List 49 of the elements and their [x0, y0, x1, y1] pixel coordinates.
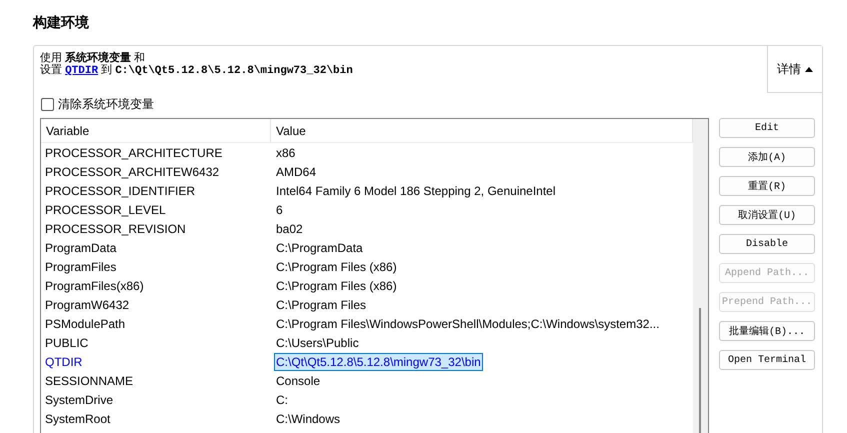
summary-setting-text: 设置 QTDIR 到 C:\Qt\Qt5.12.8\5.12.8\mingw73_32\bin: [40, 64, 354, 77]
variable-value-cell[interactable]: C:\Program Files (x86): [275, 258, 398, 274]
variable-name-cell[interactable]: PROCESSOR_IDENTIFIER: [41, 184, 271, 198]
variable-name-cell[interactable]: ProgramW6432: [41, 298, 271, 312]
variable-value-cell[interactable]: C:\Program Files\WindowsPowerShell\Modules;C:\Windows\system32...: [275, 316, 660, 332]
variable-value-cell[interactable]: C:\Program Files (x86): [275, 278, 398, 294]
checkbox-square[interactable]: [41, 98, 54, 110]
details-button[interactable]: 详情: [767, 46, 822, 93]
variable-value-cell[interactable]: C:\Qt\Qt5.12.8\5.12.8\mingw73_32\bin: [275, 354, 482, 370]
variable-name-cell[interactable]: SystemRoot: [41, 412, 271, 426]
variable-value-cell[interactable]: C:: [275, 392, 289, 408]
action-button[interactable]: 添加(A): [719, 147, 815, 167]
action-button[interactable]: 批量编辑(B)...: [719, 321, 815, 341]
summary-text: 使用 系统环境变量 和: [40, 52, 146, 64]
variable-name-cell[interactable]: PROCESSOR_REVISION: [41, 222, 271, 236]
action-button[interactable]: 重置(R): [719, 176, 815, 196]
variable-value-cell[interactable]: ba02: [275, 220, 304, 236]
action-button[interactable]: Edit: [719, 118, 815, 138]
variable-name-cell[interactable]: QTDIR: [41, 354, 271, 368]
variable-value-cell[interactable]: Console: [275, 372, 322, 388]
scrollbar-thumb[interactable]: [699, 308, 701, 433]
action-button[interactable]: 取消设置(U): [719, 205, 815, 225]
variable-link[interactable]: QTDIR: [65, 65, 98, 77]
variable-value-cell[interactable]: C:\Program Files: [275, 296, 368, 312]
variable-value-cell[interactable]: Intel64 Family 6 Model 186 Stepping 2, GenuineIntel: [275, 182, 557, 198]
section-title: 构建环境: [33, 13, 90, 32]
scrollbar[interactable]: [693, 119, 708, 433]
variable-name-cell[interactable]: PUBLIC: [41, 336, 271, 350]
variable-name-cell[interactable]: ProgramFiles: [41, 260, 271, 274]
caret-up-icon: [805, 66, 813, 72]
variable-value-cell[interactable]: C:\Windows: [275, 410, 342, 426]
variable-name-cell[interactable]: PROCESSOR_LEVEL: [41, 202, 271, 216]
variable-name-cell[interactable]: PROCESSOR_ARCHITEW6432: [41, 164, 271, 178]
variable-value-cell[interactable]: AMD64: [275, 164, 318, 180]
variable-value-cell[interactable]: C:\ProgramData: [275, 240, 364, 256]
variable-value-cell[interactable]: x86: [275, 144, 296, 160]
variable-name-cell[interactable]: PROCESSOR_ARCHITECTURE: [41, 146, 271, 160]
variable-name-cell[interactable]: PSModulePath: [41, 316, 271, 330]
variable-name-cell[interactable]: ProgramData: [41, 240, 271, 254]
action-button[interactable]: Disable: [719, 234, 815, 254]
column-header[interactable]: Variable: [41, 119, 271, 142]
variable-name-cell[interactable]: SESSIONNAME: [41, 374, 271, 388]
checkbox-label: 清除系统环境变量: [58, 96, 154, 112]
variable-name-cell[interactable]: SystemDrive: [41, 392, 271, 406]
action-button[interactable]: Open Terminal: [719, 350, 815, 370]
variable-value-cell[interactable]: 6: [275, 202, 284, 218]
variable-name-cell[interactable]: ProgramFiles(x86): [41, 278, 271, 292]
variable-value-cell[interactable]: C:\Users\Public: [275, 334, 360, 350]
clear-environment-checkbox[interactable]: 清除系统环境变量: [41, 96, 822, 112]
